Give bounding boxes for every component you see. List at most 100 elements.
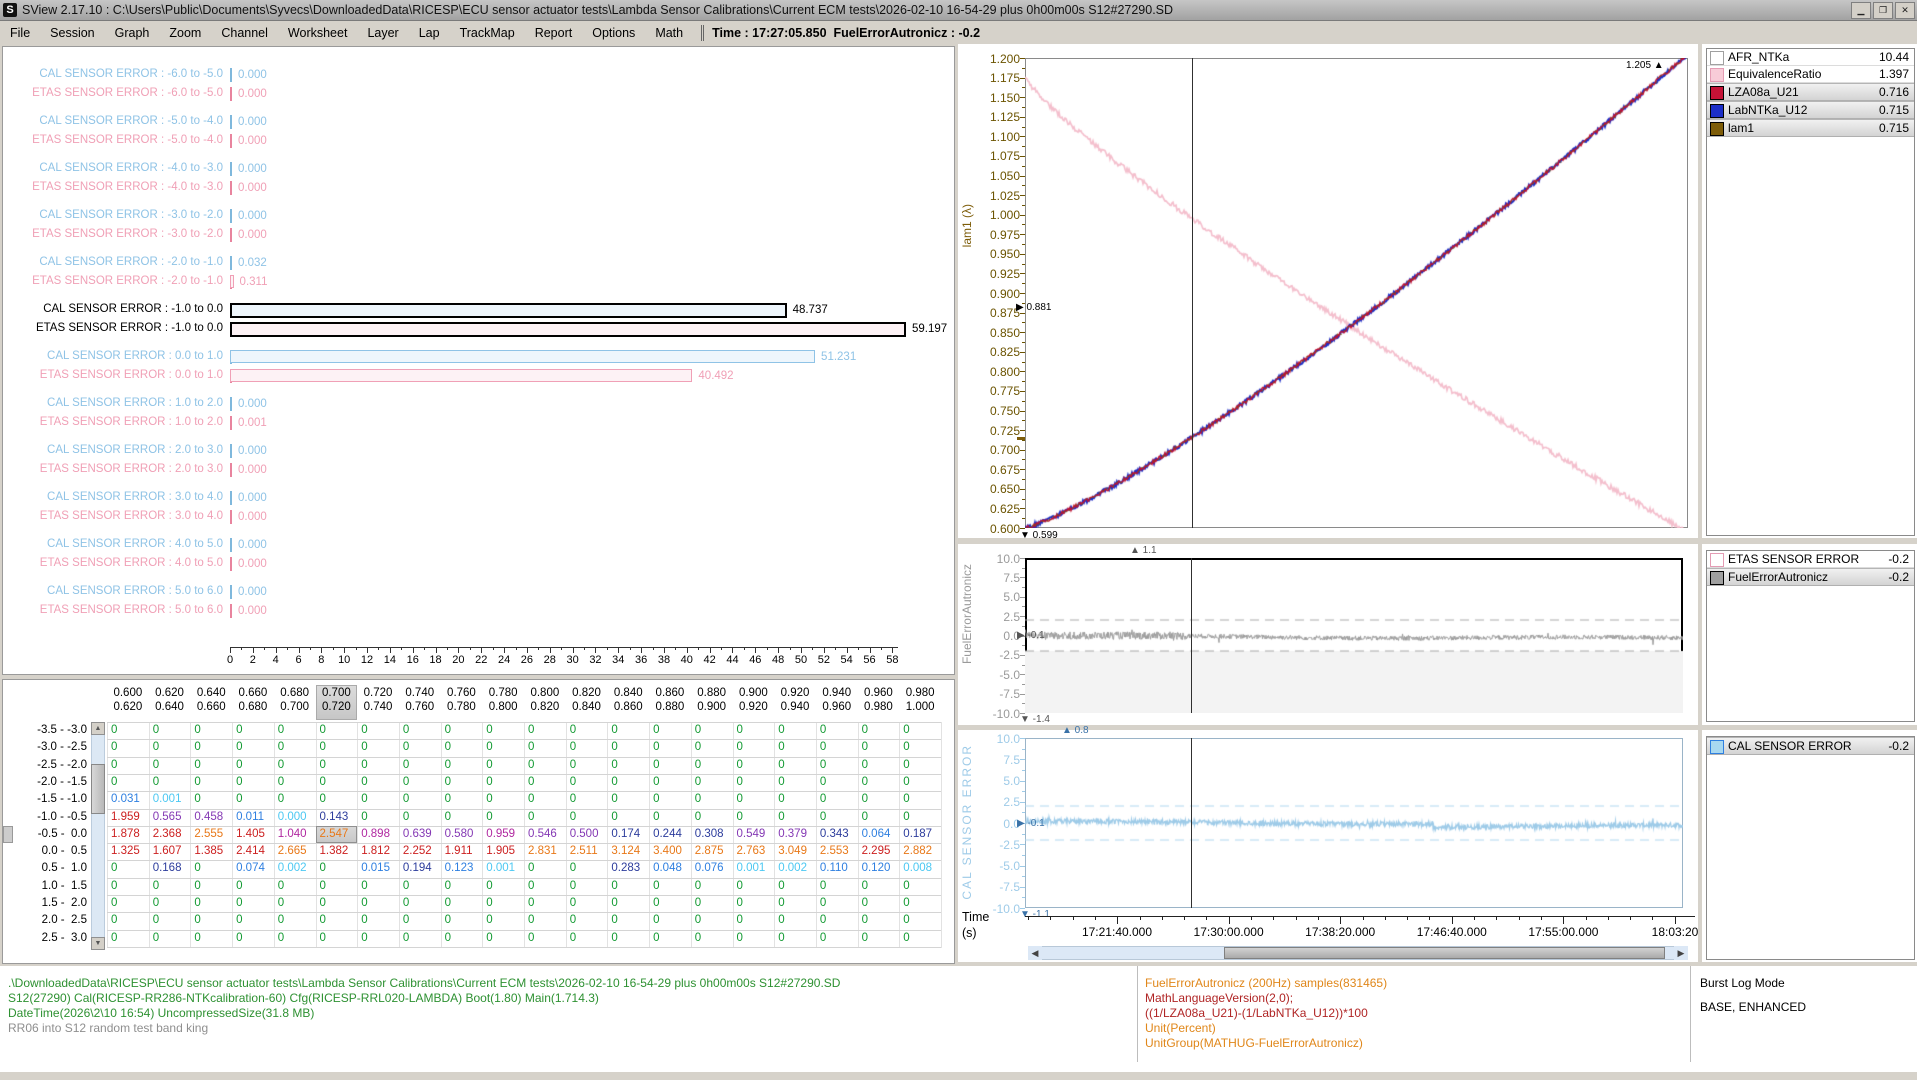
table-cell[interactable]: 0 — [403, 776, 409, 788]
table-cell[interactable]: 0 — [903, 776, 909, 788]
table-cell[interactable]: 0 — [611, 880, 617, 892]
table-cell[interactable]: 0 — [528, 914, 534, 926]
table-row-header[interactable]: -2.0 - -1.5 — [3, 776, 87, 788]
table-cell[interactable]: 0.549 — [737, 828, 766, 840]
table-row-header[interactable]: 2.5 - 3.0 — [3, 932, 87, 944]
table-row-header[interactable]: 1.5 - 2.0 — [3, 897, 87, 909]
table-col-header[interactable]: 0.660 — [190, 701, 232, 713]
table-cell[interactable]: 0 — [528, 897, 534, 909]
chart-cursor-line[interactable] — [1192, 58, 1193, 528]
table-cell[interactable]: 0 — [778, 759, 784, 771]
table-cell[interactable]: 0 — [820, 793, 826, 805]
chart-cursor-line[interactable] — [1191, 738, 1192, 908]
table-cell[interactable]: 0 — [194, 793, 200, 805]
table-cell[interactable]: 0 — [737, 880, 743, 892]
table-row-header[interactable]: -1.5 - -1.0 — [3, 793, 87, 805]
table-cell[interactable]: 0 — [528, 741, 534, 753]
table-cell[interactable]: 0.308 — [695, 828, 724, 840]
table-cell[interactable]: 0 — [278, 880, 284, 892]
table-cell[interactable]: 3.400 — [653, 845, 682, 857]
table-cell[interactable]: 0 — [737, 724, 743, 736]
table-cell[interactable]: 0 — [236, 741, 242, 753]
table-cell[interactable]: 0 — [236, 759, 242, 771]
table-cell[interactable]: 2.368 — [153, 828, 182, 840]
table-cell[interactable]: 0 — [194, 897, 200, 909]
table-cell[interactable]: 0 — [445, 914, 451, 926]
scroll-up-button[interactable]: ▲ — [91, 722, 105, 735]
legend-row[interactable]: LZA08a_U210.716 — [1707, 83, 1914, 101]
table-cell[interactable]: 0 — [486, 776, 492, 788]
table-cell[interactable]: 0 — [570, 862, 576, 874]
menu-item-zoom[interactable]: Zoom — [159, 24, 211, 42]
table-cell[interactable]: 0 — [778, 741, 784, 753]
table-cell[interactable]: 0 — [528, 880, 534, 892]
table-cell[interactable]: 0 — [403, 880, 409, 892]
table-cell[interactable]: 0.015 — [361, 862, 390, 874]
table-cell[interactable]: 0.120 — [862, 862, 891, 874]
table-cell[interactable]: 0 — [111, 741, 117, 753]
table-scrollbar-track[interactable] — [91, 722, 105, 950]
table-cell[interactable]: 0 — [570, 811, 576, 823]
table-cell[interactable]: 0 — [570, 759, 576, 771]
table-cell[interactable]: 0 — [695, 776, 701, 788]
table-cell[interactable]: 0 — [611, 914, 617, 926]
table-cell[interactable]: 0 — [278, 759, 284, 771]
table-cell[interactable]: 0 — [403, 932, 409, 944]
table-cell[interactable]: 0 — [194, 880, 200, 892]
table-cell[interactable]: 0 — [611, 932, 617, 944]
table-cell[interactable]: 0 — [862, 897, 868, 909]
table-cell[interactable]: 1.382 — [320, 845, 349, 857]
table-cell[interactable]: 0 — [862, 741, 868, 753]
table-cell[interactable]: 0 — [153, 914, 159, 926]
table-cell[interactable]: 0 — [695, 811, 701, 823]
table-cell[interactable]: 0 — [278, 932, 284, 944]
table-cell[interactable]: 0 — [653, 793, 659, 805]
table-col-header[interactable]: 0.700 — [316, 687, 358, 699]
table-col-header[interactable]: 0.860 — [649, 687, 691, 699]
table-cell[interactable]: 0.110 — [820, 862, 848, 874]
table-cell[interactable]: 1.911 — [445, 845, 473, 857]
table-cell[interactable]: 0 — [570, 880, 576, 892]
table-cell[interactable]: 2.511 — [570, 845, 598, 857]
table-cell[interactable]: 0 — [278, 793, 284, 805]
table-cell[interactable]: 0 — [361, 741, 367, 753]
table-cell[interactable]: 0 — [111, 776, 117, 788]
legend-row[interactable]: CAL SENSOR ERROR-0.2 — [1707, 737, 1914, 755]
table-cell[interactable]: 0 — [820, 759, 826, 771]
table-col-header[interactable]: 0.800 — [524, 687, 566, 699]
table-cell[interactable]: 0 — [486, 914, 492, 926]
table-cell[interactable]: 0 — [153, 880, 159, 892]
table-row-header[interactable]: 0.5 - 1.0 — [3, 862, 87, 874]
table-cell[interactable]: 0.458 — [194, 811, 223, 823]
table-cell[interactable]: 0 — [695, 724, 701, 736]
table-cell[interactable]: 0 — [653, 897, 659, 909]
table-cell[interactable]: 0 — [236, 897, 242, 909]
table-cell[interactable]: 0 — [445, 811, 451, 823]
table-cell[interactable]: 0 — [486, 724, 492, 736]
table-cell[interactable]: 0 — [194, 776, 200, 788]
table-cell[interactable]: 0 — [486, 793, 492, 805]
table-cell[interactable]: 0 — [653, 741, 659, 753]
table-cell[interactable]: 0.580 — [445, 828, 474, 840]
table-row-header[interactable]: -2.5 - -2.0 — [3, 759, 87, 771]
table-cell[interactable]: 0 — [403, 759, 409, 771]
table-cell[interactable]: 0 — [111, 862, 117, 874]
table-cell[interactable]: 0 — [320, 932, 326, 944]
table-cell[interactable]: 0 — [194, 741, 200, 753]
bar[interactable] — [230, 322, 906, 337]
table-cell[interactable]: 0 — [570, 724, 576, 736]
table-cell[interactable]: 0.168 — [153, 862, 182, 874]
table-cell[interactable]: 0.002 — [778, 862, 807, 874]
table-cell[interactable]: 0 — [320, 880, 326, 892]
table-cell[interactable]: 1.607 — [153, 845, 182, 857]
scroll-left-button[interactable]: ◀ — [1028, 946, 1042, 960]
table-cell[interactable]: 0 — [403, 914, 409, 926]
table-cell[interactable]: 0 — [737, 741, 743, 753]
table-cell[interactable]: 0 — [862, 724, 868, 736]
table-cell[interactable]: 0 — [695, 880, 701, 892]
table-col-header[interactable]: 0.720 — [357, 687, 399, 699]
table-col-header[interactable]: 0.880 — [649, 701, 691, 713]
table-cell[interactable]: 0 — [278, 914, 284, 926]
menu-item-layer[interactable]: Layer — [357, 24, 408, 42]
table-cell[interactable]: 0 — [820, 880, 826, 892]
